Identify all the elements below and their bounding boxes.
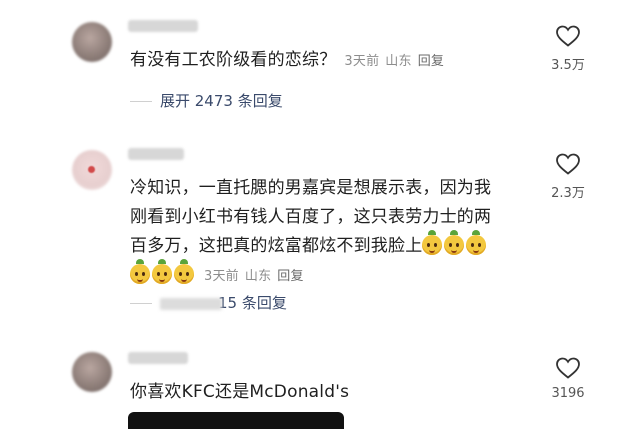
mango-face-emoji <box>466 230 487 255</box>
comment-body: 你喜欢KFC还是McDonald's <box>130 382 350 402</box>
divider-line <box>130 303 152 304</box>
mango-face-emoji <box>422 230 443 255</box>
comment-location: 山东 <box>244 269 272 284</box>
comment-location: 山东 <box>385 54 412 69</box>
reply-count-blurred <box>160 297 222 310</box>
expand-replies-link[interactable]: 15 条回复 <box>130 292 287 314</box>
comment-list: 有没有工农阶级看的恋综？ 3天前 山东 回复 3.5万 展开 2473 条回复 冷知识… <box>0 0 640 429</box>
reply-button[interactable]: 回复 <box>277 269 303 284</box>
username-blurred[interactable] <box>128 352 188 364</box>
avatar-detail <box>88 166 95 173</box>
comment-meta: 3天前 山东 回复 <box>204 269 310 284</box>
heart-outline-icon <box>556 25 580 47</box>
comment-image-thumbnail[interactable] <box>128 412 344 429</box>
mango-face-emoji <box>174 259 194 284</box>
comment-line: 3天前 山东 回复 <box>130 259 540 291</box>
like-count: 3196 <box>551 386 585 401</box>
like-button[interactable]: 3.5万 <box>548 24 588 73</box>
like-count: 2.3万 <box>551 186 585 201</box>
comment-line: 刚看到小红书有钱人百度了，这只表劳力士的两 <box>130 207 492 227</box>
mango-face-emoji <box>152 259 172 284</box>
comment-body: 有没有工农阶级看的恋综？ <box>130 50 337 70</box>
username-blurred[interactable] <box>128 148 184 160</box>
comment-time: 3天前 <box>344 54 380 69</box>
like-count: 3.5万 <box>551 58 585 73</box>
expand-replies-label: 展开 2473 条回复 <box>160 92 283 110</box>
comment-text: 你喜欢KFC还是McDonald's <box>130 378 540 407</box>
comment-meta: 3天前 山东 回复 <box>344 54 450 69</box>
comment-line: 百多万，这把真的炫富都炫不到我脸上 <box>130 230 540 261</box>
expand-replies-link[interactable]: 展开 2473 条回复 <box>130 90 283 112</box>
avatar[interactable] <box>72 22 112 62</box>
comment-time: 3天前 <box>204 269 239 284</box>
comment-line: 冷知识，一直托腮的男嘉宾是想展示表，因为我 <box>130 178 492 198</box>
like-button[interactable]: 3196 <box>548 356 588 401</box>
heart-outline-icon <box>556 357 580 379</box>
mango-face-emoji <box>130 259 150 284</box>
username-blurred[interactable] <box>128 20 198 32</box>
comment-text: 冷知识，一直托腮的男嘉宾是想展示表，因为我 刚看到小红书有钱人百度了，这只表劳力… <box>130 174 540 291</box>
mango-face-emoji <box>444 230 465 255</box>
heart-outline-icon <box>556 153 580 175</box>
expand-replies-label: 15 条回复 <box>218 294 287 312</box>
comment-line-text: 百多万，这把真的炫富都炫不到我脸上 <box>130 236 423 256</box>
comment-text: 有没有工农阶级看的恋综？ 3天前 山东 回复 <box>130 46 540 76</box>
reply-button[interactable]: 回复 <box>418 54 444 69</box>
avatar[interactable] <box>72 352 112 392</box>
divider-line <box>130 101 152 102</box>
like-button[interactable]: 2.3万 <box>548 152 588 201</box>
